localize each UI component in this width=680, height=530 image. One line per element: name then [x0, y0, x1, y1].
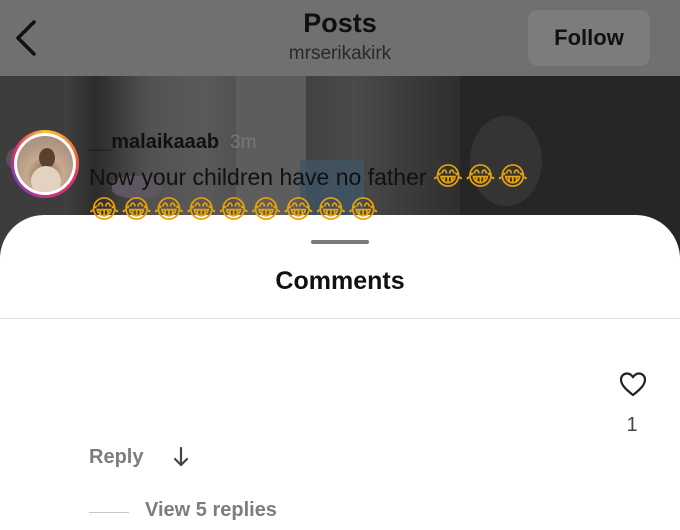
comments-sheet: Comments: [0, 215, 680, 530]
laughing-emoji-group-2: 😂😂😂😂😂😂😂😂😂: [89, 195, 381, 225]
arrow-down-icon[interactable]: [172, 446, 190, 468]
comment-username[interactable]: __malaikaaab: [89, 131, 219, 154]
comment-timestamp: 3m: [230, 132, 257, 153]
follow-button[interactable]: Follow: [528, 10, 650, 66]
view-replies-button[interactable]: View 5 replies: [145, 499, 277, 522]
reply-button[interactable]: Reply: [89, 446, 143, 469]
heart-outline-icon[interactable]: [619, 371, 647, 397]
sheet-grabber-handle[interactable]: [311, 240, 369, 244]
top-navigation-bar: Posts mrserikakirk Follow: [0, 0, 680, 76]
comments-title: Comments: [275, 267, 405, 295]
replies-divider-line: [89, 512, 129, 513]
avatar[interactable]: [17, 136, 73, 192]
divider: [0, 318, 680, 319]
comment-text: Now your children have no father 😂😂😂 😂😂😂…: [89, 161, 559, 227]
laughing-emoji-group: 😂😂😂: [432, 162, 531, 192]
like-count: 1: [626, 414, 638, 436]
comment-body: Now your children have no father: [89, 164, 427, 190]
